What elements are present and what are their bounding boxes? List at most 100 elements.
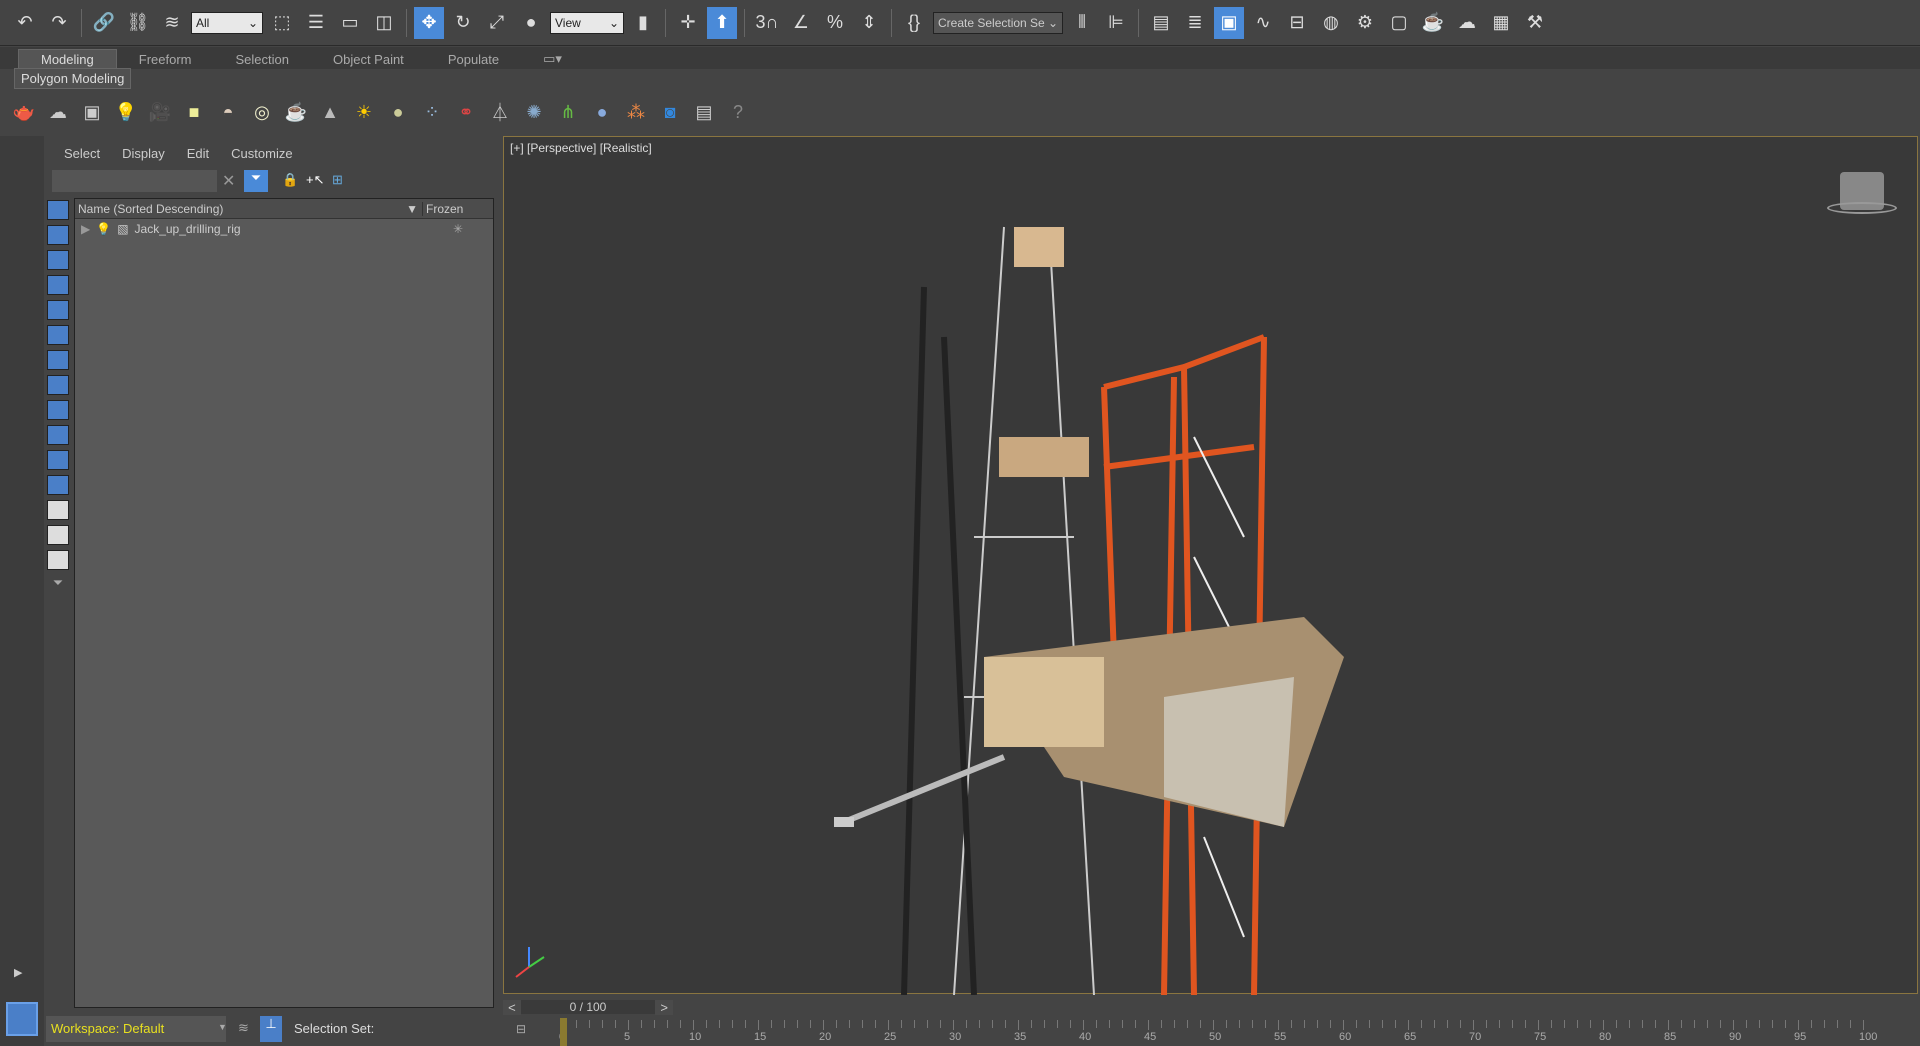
color-dots-icon[interactable]: ⁂	[622, 98, 650, 126]
plane-icon[interactable]: ■	[180, 98, 208, 126]
filter-icon[interactable]: ⏷	[244, 170, 268, 192]
dome-icon[interactable]: ◓	[214, 98, 242, 126]
layers-icon[interactable]: ≋	[238, 1020, 249, 1036]
sphere-light-icon[interactable]: ◎	[248, 98, 276, 126]
window-crossing-icon[interactable]: ◫	[369, 7, 399, 39]
schematic-view-icon[interactable]: ⊟	[1282, 7, 1312, 39]
invert-display-icon[interactable]	[47, 550, 69, 570]
menu-edit[interactable]: Edit	[187, 146, 209, 161]
time-slider[interactable]: < 0 / 100 >	[503, 998, 674, 1016]
tab-object-paint[interactable]: Object Paint	[311, 50, 426, 69]
light-icon[interactable]: 💡	[112, 98, 140, 126]
viewcube[interactable]	[1827, 172, 1897, 222]
frozen-filter-icon[interactable]	[47, 450, 69, 470]
angle-snap-icon[interactable]: ∠	[786, 7, 816, 39]
spacewarps-filter-icon[interactable]	[47, 325, 69, 345]
containers-filter-icon[interactable]	[47, 425, 69, 445]
shape-icon[interactable]: ☁	[44, 98, 72, 126]
scale-icon[interactable]: ⤢	[482, 7, 512, 39]
perspective-viewport[interactable]: [+] [Perspective] [Realistic]	[503, 136, 1918, 995]
add-selection-icon[interactable]: +↖	[306, 172, 324, 188]
track-bar[interactable]: 0510152025303540455055606570758085909510…	[557, 1018, 1877, 1046]
hierarchy-icon[interactable]: ⊥	[260, 1016, 282, 1042]
render-frame-icon[interactable]: ▣	[78, 98, 106, 126]
reference-coord-dropdown[interactable]: View ⌄	[550, 11, 624, 34]
polygon-modeling-panel[interactable]: Polygon Modeling	[14, 68, 132, 89]
spinner-snap-icon[interactable]: ⇕	[854, 7, 884, 39]
light-bulb-icon[interactable]: 💡	[96, 222, 111, 236]
camera-icon[interactable]: 🎥	[146, 98, 174, 126]
render-iterative-icon[interactable]: ▦	[1486, 7, 1516, 39]
cone-icon[interactable]: ▲	[316, 98, 344, 126]
toggle-ribbon-icon[interactable]: ≣	[1180, 7, 1210, 39]
tab-populate[interactable]: Populate	[426, 50, 521, 69]
groups-filter-icon[interactable]	[47, 350, 69, 370]
named-selection-dropdown[interactable]: Create Selection Se ⌄	[933, 11, 1063, 34]
time-cursor[interactable]	[560, 1018, 567, 1046]
tower-icon[interactable]: ⏃	[486, 98, 514, 126]
render-setup-icon[interactable]: ⚙	[1350, 7, 1380, 39]
sky-icon[interactable]: ●	[384, 98, 412, 126]
menu-select[interactable]: Select	[64, 146, 100, 161]
select-manipulate-icon[interactable]: ✛	[673, 7, 703, 39]
teapot-wire-icon[interactable]: ☕	[282, 98, 310, 126]
shapes-filter-icon[interactable]	[47, 225, 69, 245]
tab-modeling[interactable]: Modeling	[18, 49, 117, 69]
percent-snap-icon[interactable]: %	[820, 7, 850, 39]
xrefs-filter-icon[interactable]	[47, 375, 69, 395]
tab-selection[interactable]: Selection	[214, 50, 311, 69]
pivot-center-icon[interactable]: ▮	[628, 7, 658, 39]
lock-icon[interactable]: 🔒	[282, 172, 298, 188]
keyboard-shortcut-override-icon[interactable]: ⬆	[707, 6, 737, 39]
cameras-filter-icon[interactable]	[47, 275, 69, 295]
ribbon-options-icon[interactable]: ▭▾	[521, 49, 584, 69]
sun-icon[interactable]: ☀	[350, 98, 378, 126]
tab-freeform[interactable]: Freeform	[117, 50, 214, 69]
workspace-arrow-icon[interactable]: ▼	[218, 1022, 227, 1032]
frozen-toggle[interactable]: ✳	[423, 222, 493, 236]
material-sphere-icon[interactable]: ●	[588, 98, 616, 126]
selection-filter-dropdown[interactable]: All ⌄	[191, 11, 263, 34]
search-input[interactable]	[52, 170, 217, 192]
molecule-icon[interactable]: ⚭	[452, 98, 480, 126]
material-editor-icon[interactable]: ◍	[1316, 7, 1346, 39]
redo-icon[interactable]: ↷	[44, 7, 74, 39]
teapot-icon[interactable]: 🫖	[10, 98, 38, 126]
edit-named-selection-icon[interactable]: {}	[899, 7, 929, 39]
gear-mesh-icon[interactable]: ✺	[520, 98, 548, 126]
unlink-icon[interactable]: ⛓	[123, 7, 153, 39]
prev-frame-button[interactable]: <	[503, 999, 521, 1015]
select-object-icon[interactable]: ⬚	[267, 7, 297, 39]
rect-selection-icon[interactable]: ▭	[335, 7, 365, 39]
snaps-toggle-icon[interactable]: 3∩	[752, 7, 782, 39]
lights-filter-icon[interactable]	[47, 250, 69, 270]
undo-icon[interactable]: ↶	[10, 7, 40, 39]
scene-explorer-toggle-icon[interactable]: ▣	[1214, 6, 1244, 39]
name-column-header[interactable]: Name (Sorted Descending) ▼	[75, 201, 423, 216]
rotate-icon[interactable]: ↻	[448, 7, 478, 39]
display-all-icon[interactable]	[47, 500, 69, 520]
curve-editor-icon[interactable]: ∿	[1248, 7, 1278, 39]
hierarchy-select-icon[interactable]: ⊞	[332, 172, 343, 188]
particle-icon[interactable]: ⁘	[418, 98, 446, 126]
hidden-filter-icon[interactable]	[47, 475, 69, 495]
render-region-icon[interactable]: ◙	[656, 98, 684, 126]
curve-editor-mini-icon[interactable]: ⊟	[516, 1022, 526, 1036]
move-icon[interactable]: ✥	[414, 6, 444, 39]
layer-explorer-icon[interactable]: ▤	[1146, 7, 1176, 39]
clear-search-icon[interactable]: ✕	[222, 171, 235, 191]
link-icon[interactable]: 🔗	[89, 7, 119, 39]
workspace-dropdown[interactable]: Workspace: Default	[46, 1016, 226, 1042]
grass-icon[interactable]: ⋔	[554, 98, 582, 126]
render-production-icon[interactable]: ☕	[1418, 7, 1448, 39]
table-row[interactable]: ▶ 💡 ▧ Jack_up_drilling_rig ✳	[75, 219, 493, 239]
mirror-icon[interactable]: ⫴	[1067, 7, 1097, 39]
menu-display[interactable]: Display	[122, 146, 165, 161]
expand-arrow-icon[interactable]: ▶	[81, 222, 90, 236]
frame-indicator[interactable]: 0 / 100	[520, 1000, 656, 1014]
next-frame-button[interactable]: >	[655, 999, 674, 1015]
help-icon[interactable]: ?	[724, 98, 752, 126]
align-icon[interactable]: ⊫	[1101, 7, 1131, 39]
helpers-filter-icon[interactable]	[47, 300, 69, 320]
menu-customize[interactable]: Customize	[231, 146, 292, 161]
